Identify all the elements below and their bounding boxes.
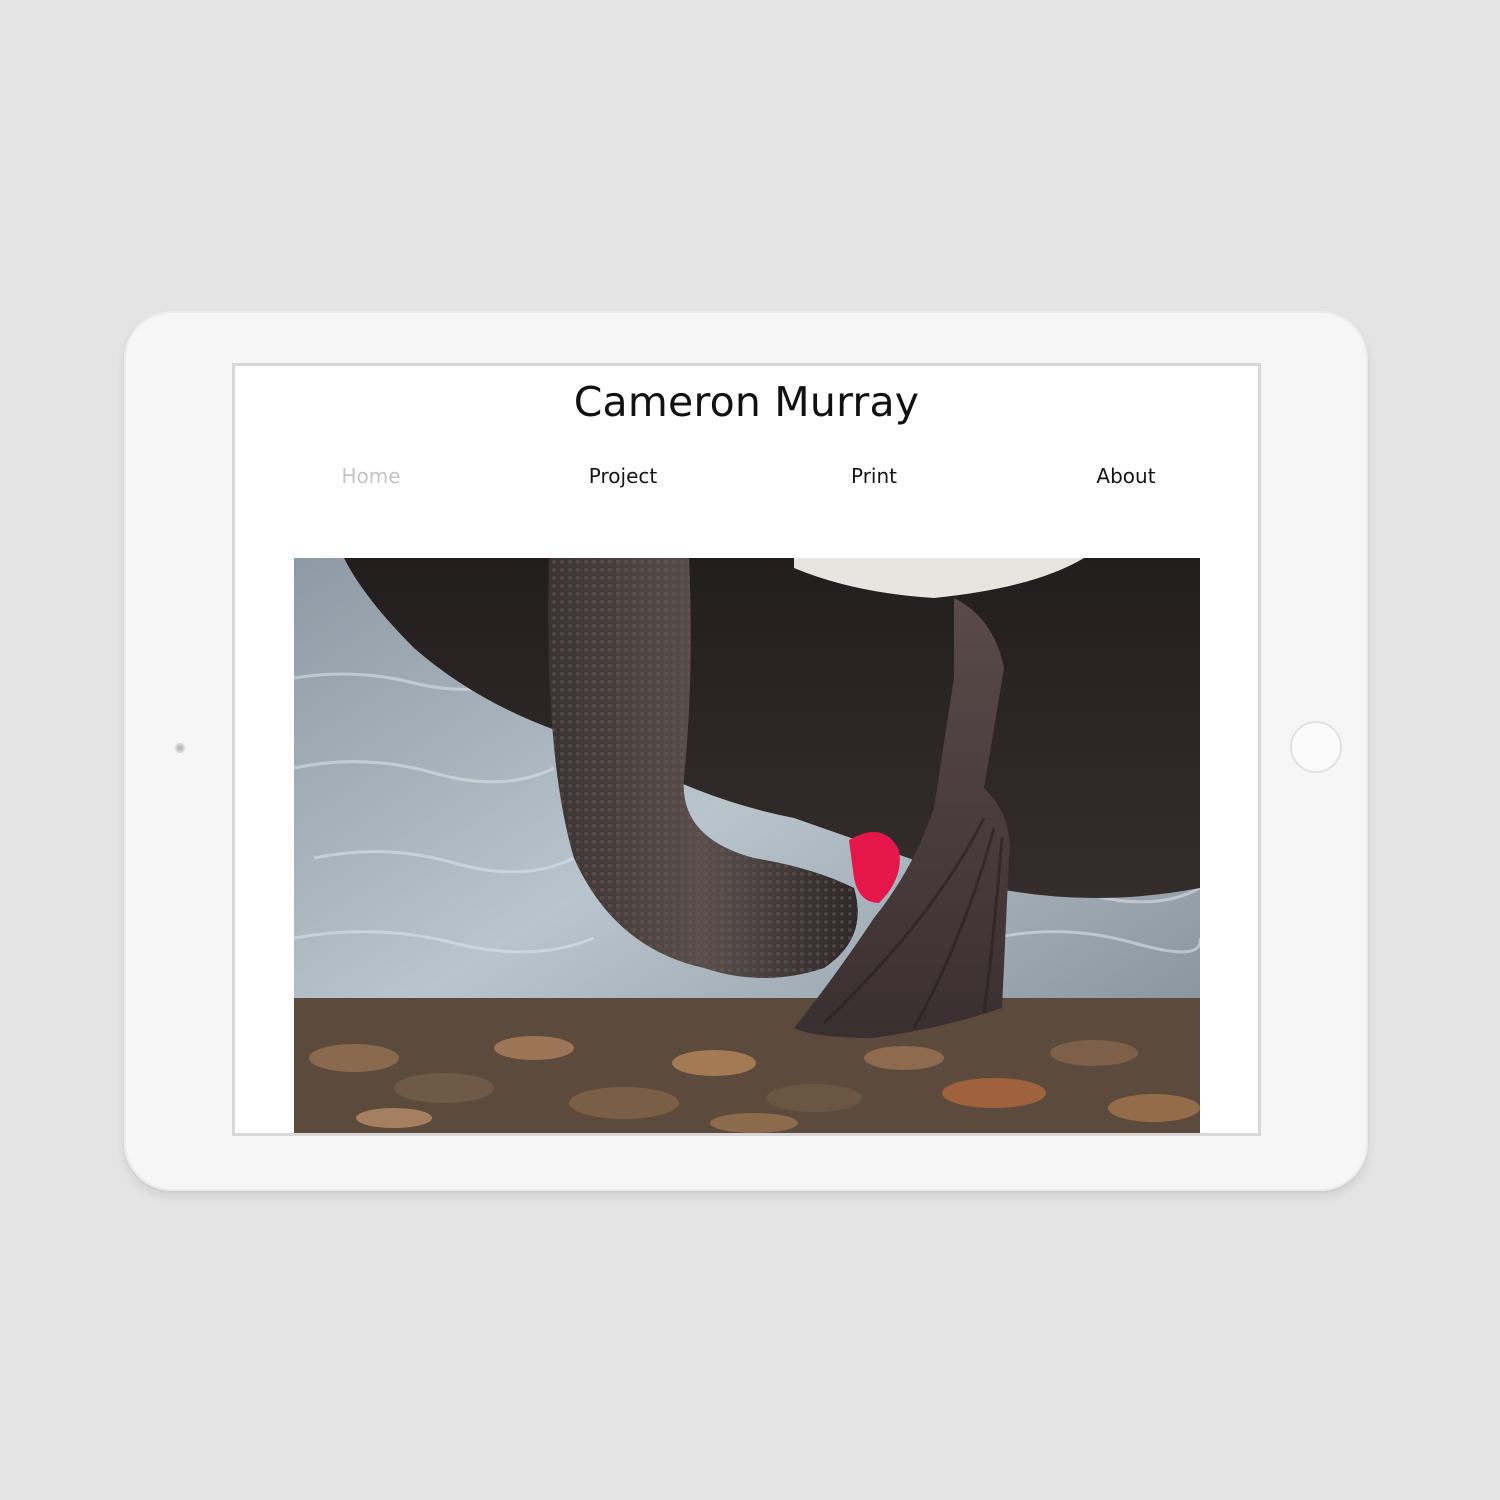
browser-screen: Cameron Murray Home Project Print About [232,363,1261,1136]
hero-photo[interactable] [294,558,1200,1133]
front-camera [175,743,185,753]
nav-item-project[interactable]: Project [523,464,723,488]
site-title[interactable]: Cameron Murray [235,378,1258,426]
nav-item-home[interactable]: Home [271,464,471,488]
pebbles [294,998,1200,1133]
main-nav: Home Project Print About [235,464,1258,494]
nav-item-about[interactable]: About [1026,464,1226,488]
home-button[interactable] [1290,721,1342,773]
tablet-device: Cameron Murray Home Project Print About [124,311,1368,1191]
nav-item-print[interactable]: Print [774,464,974,488]
